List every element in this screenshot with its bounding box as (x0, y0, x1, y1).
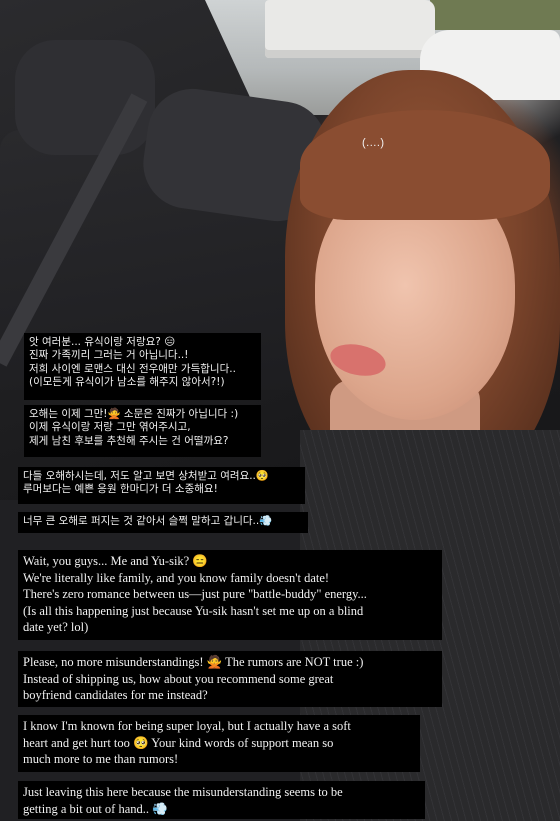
korean-message-2: 오해는 이제 그만!🙅 소문은 진짜가 아닙니다 :) 이제 유식이랑 저랑 그… (24, 405, 261, 457)
english-message-1: Wait, you guys... Me and Yu-sik? 😑 We're… (18, 550, 442, 640)
english-message-4: Just leaving this here because the misun… (18, 781, 425, 819)
bangs (300, 110, 550, 220)
korean-message-4: 너무 큰 오해로 퍼지는 것 같아서 슬쩍 말하고 갑니다..💨 (18, 512, 308, 533)
story-caption: (....) (362, 137, 385, 149)
english-message-3: I know I'm known for being super loyal, … (18, 715, 420, 772)
english-message-2: Please, no more misunderstandings! 🙅 The… (18, 651, 442, 707)
korean-message-1: 앗 여러분... 유식이랑 저랑요? 😑 진짜 가족끼리 그러는 거 아닙니다.… (24, 333, 261, 400)
background-van (265, 0, 435, 58)
background-trees (430, 0, 560, 30)
korean-message-3: 다들 오해하시는데, 저도 알고 보면 상처받고 여려요..🥺 루머보다는 예쁜… (18, 467, 305, 504)
